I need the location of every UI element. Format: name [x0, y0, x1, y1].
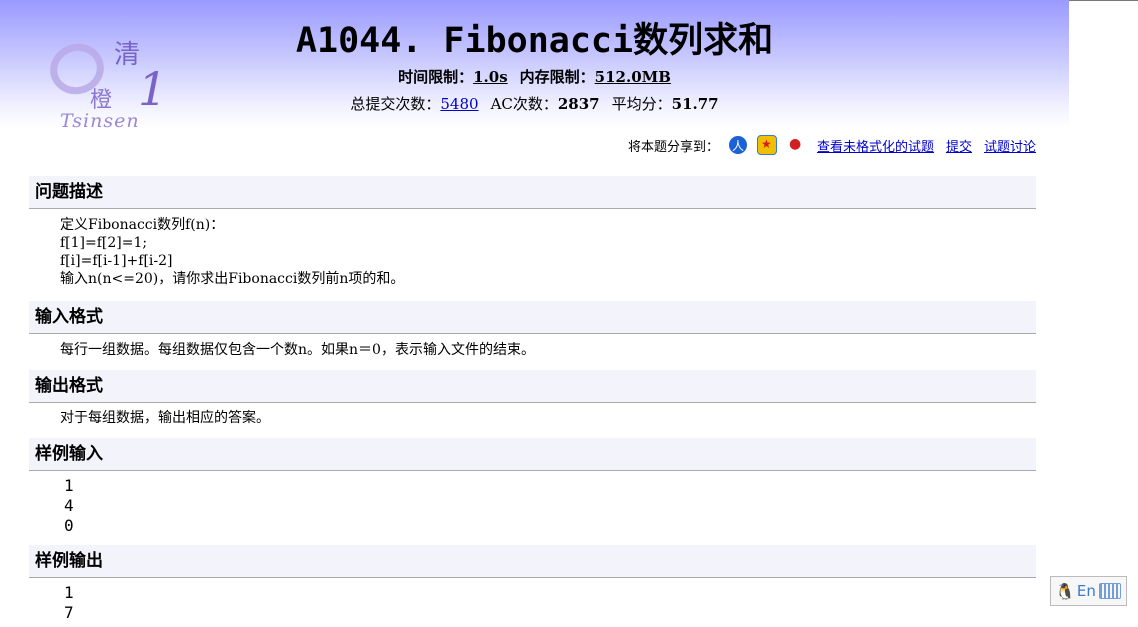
- stats-line: 总提交次数：5480 AC次数：2837 平均分：51.77: [0, 93, 1069, 114]
- share-toolbar: 将本题分享到： 查看未格式化的试题 提交 试题讨论: [628, 135, 1036, 155]
- renren-icon[interactable]: [728, 136, 747, 154]
- limits-line: 时间限制：1.0s 内存限制：512.0MB: [0, 66, 1069, 87]
- ac-count: 2837: [557, 95, 600, 113]
- unformatted-link[interactable]: 查看未格式化的试题: [817, 136, 934, 155]
- ime-toolbar[interactable]: 🐧 En: [1050, 576, 1127, 606]
- penguin-icon[interactable]: 🐧: [1055, 582, 1075, 601]
- description-body: 定义Fibonacci数列f(n)： f[1]=f[2]=1; f[i]=f[i…: [60, 216, 404, 288]
- description-line: f[1]=f[2]=1;: [60, 235, 148, 251]
- output-format-heading: 输出格式: [29, 370, 1036, 403]
- sample-input-line: 4: [64, 496, 74, 515]
- memory-limit-value[interactable]: 512.0MB: [595, 68, 671, 86]
- ac-label: AC次数：: [490, 95, 558, 113]
- submissions-link[interactable]: 5480: [440, 95, 478, 113]
- memory-limit-label: 内存限制：: [519, 68, 595, 86]
- description-line: f[i]=f[i-1]+f[i-2]: [60, 253, 173, 269]
- description-line: 定义Fibonacci数列f(n)：: [60, 217, 225, 233]
- qzone-icon[interactable]: [756, 135, 777, 155]
- discuss-link[interactable]: 试题讨论: [984, 136, 1036, 155]
- input-format-heading: 输入格式: [29, 301, 1036, 334]
- sample-input-line: 0: [64, 516, 74, 535]
- sample-output-line: 7: [64, 603, 74, 622]
- submit-link[interactable]: 提交: [946, 136, 972, 155]
- page-title: A1044. Fibonacci数列求和: [295, 21, 774, 61]
- output-format-body: 对于每组数据，输出相应的答案。: [60, 410, 270, 426]
- share-label: 将本题分享到：: [627, 139, 719, 155]
- time-limit-label: 时间限制：: [398, 68, 474, 86]
- sample-input-body: 1 4 0: [64, 476, 74, 536]
- sample-input-heading: 样例输入: [29, 438, 1036, 471]
- sample-output-line: 1: [64, 583, 74, 602]
- sample-output-heading: 样例输出: [29, 545, 1036, 578]
- ime-language-toggle[interactable]: En: [1077, 582, 1096, 600]
- weibo-icon[interactable]: [786, 136, 805, 154]
- description-heading: 问题描述: [29, 176, 1036, 209]
- avg-label: 平均分：: [611, 95, 672, 113]
- input-format-body: 每行一组数据。每组数据仅包含一个数n。如果n＝0，表示输入文件的结束。: [60, 342, 535, 358]
- description-line: 输入n(n<=20)，请你求出Fibonacci数列前n项的和。: [60, 271, 405, 287]
- sample-output-body: 1 7: [64, 583, 74, 623]
- avg-score: 51.77: [671, 95, 719, 113]
- submissions-label: 总提交次数：: [350, 95, 441, 113]
- sample-input-line: 1: [64, 476, 74, 495]
- time-limit-value[interactable]: 1.0s: [473, 68, 508, 86]
- keyboard-icon[interactable]: [1098, 583, 1121, 599]
